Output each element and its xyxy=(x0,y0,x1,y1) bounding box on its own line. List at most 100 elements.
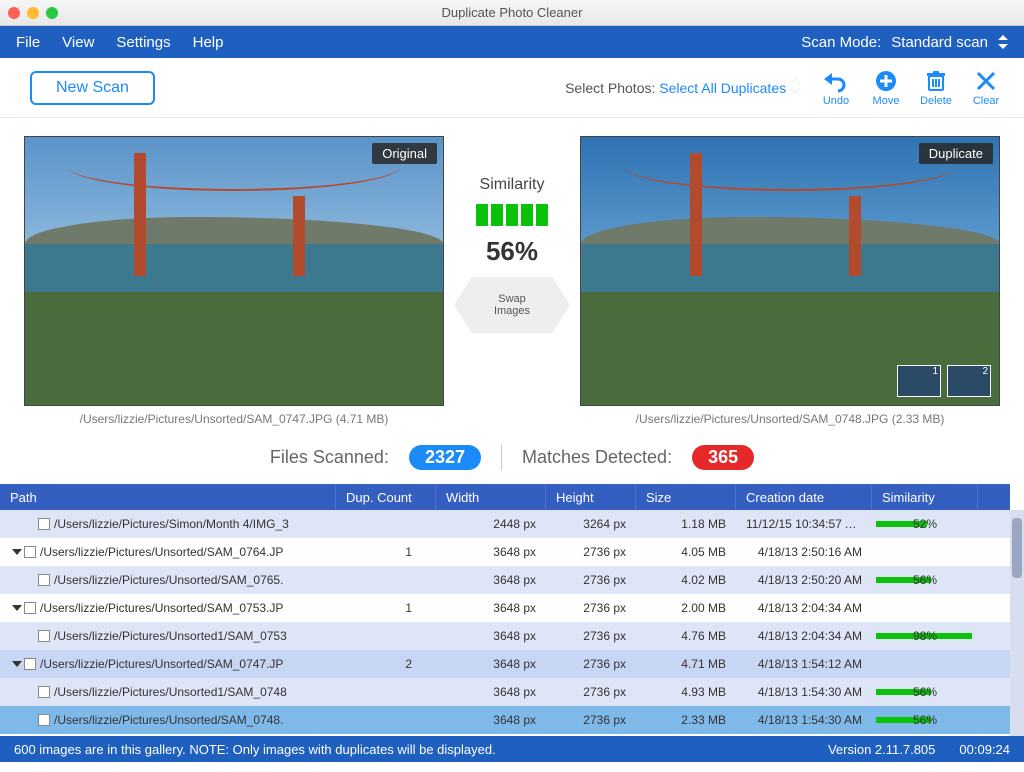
menu-file[interactable]: File xyxy=(16,34,40,51)
row-height: 2736 px xyxy=(546,545,636,559)
row-size: 4.71 MB xyxy=(636,657,736,671)
duplicate-preview: Duplicate 1 2 /Users/lizzie/Pictures/Uns… xyxy=(580,136,1000,426)
updown-icon xyxy=(790,79,800,93)
undo-button[interactable]: Undo xyxy=(818,69,854,107)
summary-bar: Files Scanned: 2327 Matches Detected: 36… xyxy=(0,434,1024,484)
menu-view[interactable]: View xyxy=(62,34,94,51)
duplicate-image[interactable]: Duplicate 1 2 xyxy=(580,136,1000,406)
x-icon xyxy=(974,69,998,93)
select-all-duplicates-link[interactable]: Select All Duplicates xyxy=(659,80,786,96)
plus-circle-icon xyxy=(874,69,898,93)
scan-mode-selector[interactable]: Scan Mode: Standard scan xyxy=(801,34,1008,51)
row-height: 2736 px xyxy=(546,573,636,587)
row-height: 2736 px xyxy=(546,601,636,615)
table-row[interactable]: /Users/lizzie/Pictures/Unsorted1/SAM_075… xyxy=(0,622,1010,650)
matches-detected-label: Matches Detected: xyxy=(522,447,672,468)
menu-settings[interactable]: Settings xyxy=(116,34,170,51)
row-checkbox[interactable] xyxy=(38,574,50,586)
row-width: 3648 px xyxy=(436,713,546,727)
row-size: 4.05 MB xyxy=(636,545,736,559)
col-cdate[interactable]: Creation date xyxy=(736,484,872,510)
row-path: /Users/lizzie/Pictures/Unsorted/SAM_0764… xyxy=(40,545,283,559)
files-scanned-count: 2327 xyxy=(409,445,481,470)
row-creation-date: 4/18/13 2:50:16 AM xyxy=(736,545,872,559)
row-size: 4.76 MB xyxy=(636,629,736,643)
row-similarity: 56% xyxy=(872,713,978,727)
scrollbar-thumb[interactable] xyxy=(1012,518,1022,578)
table-row[interactable]: /Users/lizzie/Pictures/Unsorted/SAM_0765… xyxy=(0,566,1010,594)
row-checkbox[interactable] xyxy=(38,714,50,726)
clear-button[interactable]: Clear xyxy=(968,69,1004,107)
titlebar: Duplicate Photo Cleaner xyxy=(0,0,1024,26)
table-row[interactable]: /Users/lizzie/Pictures/Unsorted/SAM_0753… xyxy=(0,594,1010,622)
move-button[interactable]: Move xyxy=(868,69,904,107)
status-bar: 600 images are in this gallery. NOTE: On… xyxy=(0,736,1024,762)
table-row[interactable]: /Users/lizzie/Pictures/Unsorted/SAM_0748… xyxy=(0,706,1010,734)
table-body: /Users/lizzie/Pictures/Simon/Month 4/IMG… xyxy=(0,510,1010,736)
divider xyxy=(501,444,502,470)
row-creation-date: 4/18/13 2:04:34 AM xyxy=(736,629,872,643)
col-width[interactable]: Width xyxy=(436,484,546,510)
row-path: /Users/lizzie/Pictures/Unsorted/SAM_0765… xyxy=(54,573,283,587)
row-size: 4.93 MB xyxy=(636,685,736,699)
version-label: Version 2.11.7.805 xyxy=(828,742,935,757)
new-scan-button[interactable]: New Scan xyxy=(30,71,155,105)
row-path: /Users/lizzie/Pictures/Unsorted/SAM_0747… xyxy=(40,657,283,671)
row-width: 3648 px xyxy=(436,601,546,615)
swap-images-button[interactable]: Swap Images xyxy=(472,277,552,333)
row-checkbox[interactable] xyxy=(24,658,36,670)
row-width: 3648 px xyxy=(436,685,546,699)
row-size: 4.02 MB xyxy=(636,573,736,587)
row-size: 2.33 MB xyxy=(636,713,736,727)
disclosure-triangle-icon[interactable] xyxy=(12,605,22,611)
table-row[interactable]: /Users/lizzie/Pictures/Unsorted1/SAM_074… xyxy=(0,678,1010,706)
row-width: 3648 px xyxy=(436,573,546,587)
col-sim[interactable]: Similarity xyxy=(872,484,978,510)
status-message: 600 images are in this gallery. NOTE: On… xyxy=(14,742,496,757)
select-photos-control[interactable]: Select Photos: Select All Duplicates xyxy=(565,79,800,96)
row-dup-count: 1 xyxy=(336,545,436,559)
row-checkbox[interactable] xyxy=(38,518,50,530)
row-checkbox[interactable] xyxy=(24,602,36,614)
delete-button[interactable]: Delete xyxy=(918,69,954,107)
row-path: /Users/lizzie/Pictures/Unsorted1/SAM_074… xyxy=(54,685,287,699)
row-creation-date: 4/18/13 1:54:30 AM xyxy=(736,713,872,727)
row-checkbox[interactable] xyxy=(24,546,36,558)
col-height[interactable]: Height xyxy=(546,484,636,510)
table-row[interactable]: /Users/lizzie/Pictures/Unsorted/SAM_0747… xyxy=(0,650,1010,678)
row-height: 3264 px xyxy=(546,517,636,531)
similarity-percent: 56% xyxy=(486,236,538,267)
table-row[interactable]: /Users/lizzie/Pictures/Unsorted/SAM_0764… xyxy=(0,538,1010,566)
row-similarity: 56% xyxy=(872,573,978,587)
files-scanned-label: Files Scanned: xyxy=(270,447,389,468)
undo-icon xyxy=(824,69,848,93)
duplicate-caption: /Users/lizzie/Pictures/Unsorted/SAM_0748… xyxy=(636,412,945,426)
row-checkbox[interactable] xyxy=(38,630,50,642)
col-size[interactable]: Size xyxy=(636,484,736,510)
row-checkbox[interactable] xyxy=(38,686,50,698)
row-size: 2.00 MB xyxy=(636,601,736,615)
menu-help[interactable]: Help xyxy=(193,34,224,51)
row-height: 2736 px xyxy=(546,629,636,643)
preview-panel: Original /Users/lizzie/Pictures/Unsorted… xyxy=(0,118,1024,434)
toolbar: New Scan Select Photos: Select All Dupli… xyxy=(0,58,1024,118)
results-table: Path Dup. Count Width Height Size Creati… xyxy=(0,484,1024,736)
vertical-scrollbar[interactable] xyxy=(1010,510,1024,736)
row-creation-date: 4/18/13 2:04:34 AM xyxy=(736,601,872,615)
duplicate-badge: Duplicate xyxy=(919,143,993,164)
original-image[interactable]: Original xyxy=(24,136,444,406)
disclosure-triangle-icon[interactable] xyxy=(12,549,22,555)
row-height: 2736 px xyxy=(546,713,636,727)
comparison-mid: Similarity 56% Swap Images xyxy=(460,136,564,333)
thumbnail-2[interactable]: 2 xyxy=(947,365,991,397)
disclosure-triangle-icon[interactable] xyxy=(12,661,22,667)
col-path[interactable]: Path xyxy=(0,484,336,510)
col-dup[interactable]: Dup. Count xyxy=(336,484,436,510)
matches-detected-count: 365 xyxy=(692,445,754,470)
row-size: 1.18 MB xyxy=(636,517,736,531)
row-path: /Users/lizzie/Pictures/Simon/Month 4/IMG… xyxy=(54,517,289,531)
thumbnail-1[interactable]: 1 xyxy=(897,365,941,397)
trash-icon xyxy=(924,69,948,93)
row-similarity: 52% xyxy=(872,517,978,531)
table-row[interactable]: /Users/lizzie/Pictures/Simon/Month 4/IMG… xyxy=(0,510,1010,538)
